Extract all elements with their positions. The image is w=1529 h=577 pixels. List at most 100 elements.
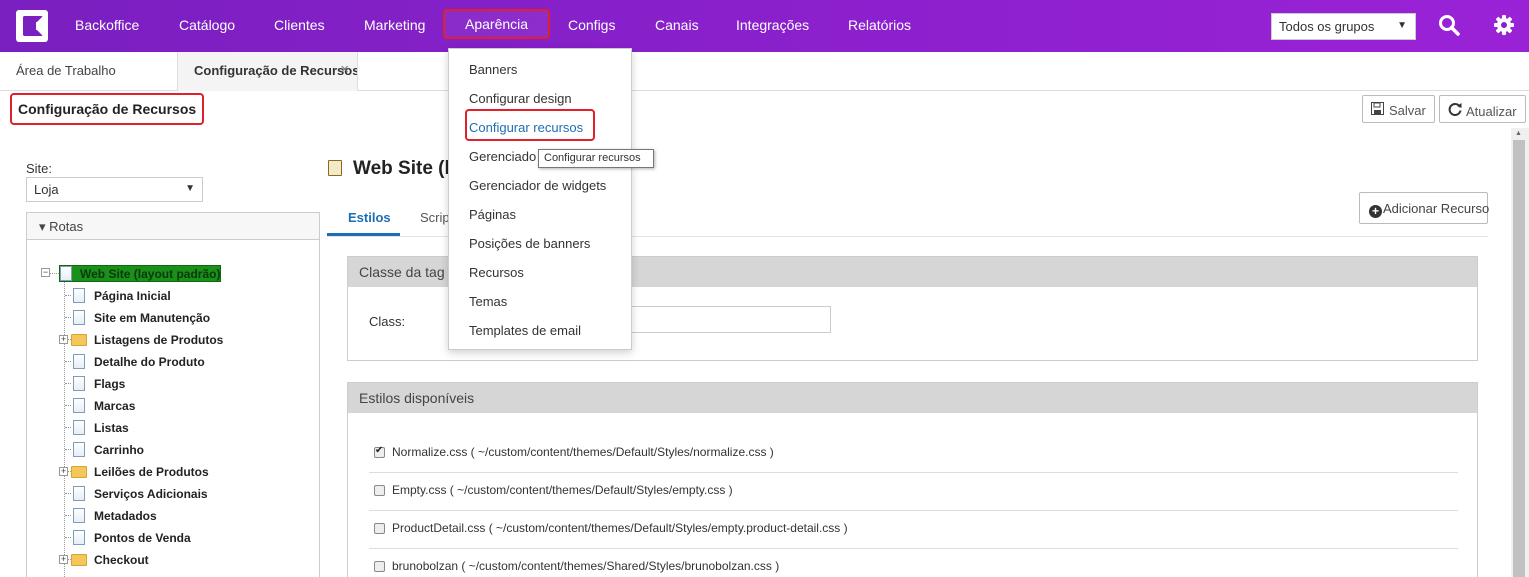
- style-checkbox[interactable]: [374, 561, 385, 572]
- site-label: Site:: [26, 161, 53, 176]
- group-select-value: Todos os grupos: [1279, 19, 1375, 34]
- page-icon: [73, 442, 85, 457]
- tree-item[interactable]: Pontos de Venda: [94, 531, 191, 545]
- gear-icon[interactable]: [1493, 14, 1515, 39]
- save-label: Salvar: [1389, 103, 1426, 118]
- nav-relatorios[interactable]: Relatórios: [848, 17, 911, 33]
- nav-integracoes[interactable]: Integrações: [736, 17, 809, 33]
- tab-area-de-trabalho[interactable]: Área de Trabalho: [0, 52, 132, 91]
- style-label: ProductDetail.css ( ~/custom/content/the…: [392, 521, 848, 535]
- save-icon: [1371, 102, 1385, 118]
- page-edit-icon: [328, 160, 342, 176]
- nav-configs[interactable]: Configs: [568, 17, 615, 33]
- site-select[interactable]: Loja ▼: [26, 177, 203, 202]
- routes-tree: [26, 240, 320, 577]
- nav-aparencia[interactable]: Aparência: [443, 9, 551, 39]
- main-title: Web Site (la: [353, 158, 461, 179]
- page-icon: [73, 508, 85, 523]
- tree-root-web-site[interactable]: Web Site (layout padrão): [59, 265, 221, 282]
- tree-item[interactable]: Flags: [94, 377, 125, 391]
- menu-item-temas[interactable]: Temas: [469, 294, 507, 309]
- style-checkbox[interactable]: [374, 523, 385, 534]
- style-row[interactable]: Empty.css ( ~/custom/content/themes/Defa…: [369, 473, 1458, 511]
- tree-item[interactable]: Checkout: [94, 553, 149, 567]
- tree-item[interactable]: Listas: [94, 421, 129, 435]
- available-styles-panel-title: Estilos disponíveis: [348, 383, 1477, 413]
- chevron-down-icon: ▼: [1397, 20, 1407, 31]
- expand-toggle[interactable]: +: [59, 467, 68, 476]
- style-checkbox[interactable]: [374, 485, 385, 496]
- workspace-tabs: Área de Trabalho Configuração de Recurso…: [0, 52, 1529, 91]
- menu-item-posicoes-de-banners[interactable]: Posições de banners: [469, 236, 590, 251]
- style-row[interactable]: ProductDetail.css ( ~/custom/content/the…: [369, 511, 1458, 549]
- tab-configuracao-de-recursos[interactable]: Configuração de Recursos ×: [177, 52, 358, 91]
- style-checkbox[interactable]: [374, 445, 385, 458]
- refresh-button[interactable]: Atualizar: [1439, 95, 1526, 123]
- style-label: Empty.css ( ~/custom/content/themes/Defa…: [392, 483, 733, 497]
- add-resource-button[interactable]: + Adicionar Recurso: [1359, 192, 1490, 224]
- tree-item[interactable]: Página Inicial: [94, 289, 171, 303]
- refresh-icon: [1448, 102, 1462, 119]
- menu-item-gerenciador-de-widgets[interactable]: Gerenciador de widgets: [469, 178, 606, 193]
- menu-item-banners[interactable]: Banners: [469, 62, 517, 77]
- nav-catalogo[interactable]: Catálogo: [179, 17, 235, 33]
- menu-item-templates-de-email[interactable]: Templates de email: [469, 323, 581, 338]
- tree-item[interactable]: Site em Manutenção: [94, 311, 210, 325]
- menu-item-configurar-design[interactable]: Configurar design: [469, 91, 572, 106]
- rotas-header[interactable]: ▾ Rotas: [26, 212, 320, 240]
- nav-canais[interactable]: Canais: [655, 17, 699, 33]
- style-row[interactable]: brunobolzan ( ~/custom/content/themes/Sh…: [369, 549, 1458, 577]
- style-label: brunobolzan ( ~/custom/content/themes/Sh…: [392, 559, 780, 573]
- menu-item-gerenciador[interactable]: Gerenciado: [469, 149, 536, 164]
- save-button[interactable]: Salvar: [1362, 95, 1435, 123]
- class-input[interactable]: [600, 306, 831, 333]
- tree-item[interactable]: Leilões de Produtos: [94, 465, 209, 479]
- tooltip: Configurar recursos: [538, 149, 654, 168]
- folder-icon: [71, 554, 87, 566]
- site-select-value: Loja: [34, 182, 59, 197]
- tree-item[interactable]: Serviços Adicionais: [94, 487, 208, 501]
- tree-item[interactable]: Listagens de Produtos: [94, 333, 223, 347]
- aparencia-dropdown-menu: Banners Configurar design Configurar rec…: [448, 48, 632, 350]
- page-icon: [73, 486, 85, 501]
- folder-icon: [71, 466, 87, 478]
- chevron-down-icon: ▼: [185, 183, 195, 194]
- plus-circle-icon: +: [1369, 205, 1382, 218]
- tree-item[interactable]: Carrinho: [94, 443, 144, 457]
- highlight-box: [465, 109, 595, 141]
- tree-item[interactable]: Marcas: [94, 399, 135, 413]
- folder-icon: [71, 334, 87, 346]
- tab-scripts[interactable]: Scrip: [420, 210, 450, 225]
- menu-item-recursos[interactable]: Recursos: [469, 265, 524, 280]
- search-icon[interactable]: [1438, 14, 1460, 39]
- scroll-up-icon[interactable]: ▲: [1515, 130, 1522, 137]
- expand-toggle[interactable]: +: [59, 555, 68, 564]
- top-navigation-bar: Backoffice Catálogo Clientes Marketing A…: [0, 0, 1529, 52]
- tree-item[interactable]: Detalhe do Produto: [94, 355, 205, 369]
- page-icon: [73, 354, 85, 369]
- tree-item[interactable]: Metadados: [94, 509, 157, 523]
- nav-marketing[interactable]: Marketing: [364, 17, 425, 33]
- page-icon: [73, 288, 85, 303]
- page-icon: [73, 376, 85, 391]
- nav-backoffice[interactable]: Backoffice: [75, 17, 139, 33]
- style-row[interactable]: Normalize.css ( ~/custom/content/themes/…: [369, 435, 1458, 473]
- close-icon[interactable]: ×: [340, 61, 349, 78]
- app-logo[interactable]: [16, 10, 48, 42]
- page-title: Configuração de Recursos: [10, 93, 205, 125]
- collapse-toggle[interactable]: −: [41, 268, 50, 277]
- menu-item-paginas[interactable]: Páginas: [469, 207, 516, 222]
- add-resource-label: Adicionar Recurso: [1383, 201, 1490, 216]
- group-select[interactable]: Todos os grupos ▼: [1271, 13, 1416, 40]
- page-icon: [73, 530, 85, 545]
- nav-clientes[interactable]: Clientes: [274, 17, 325, 33]
- page-icon: [73, 398, 85, 413]
- page-icon: [73, 310, 85, 325]
- refresh-label: Atualizar: [1466, 104, 1517, 119]
- page-icon: [60, 266, 72, 281]
- expand-toggle[interactable]: +: [59, 335, 68, 344]
- tab-estilos[interactable]: Estilos: [348, 210, 391, 225]
- class-label: Class:: [369, 314, 406, 329]
- scrollbar-thumb[interactable]: [1513, 140, 1525, 577]
- tab-label: Configuração de Recursos: [194, 63, 358, 78]
